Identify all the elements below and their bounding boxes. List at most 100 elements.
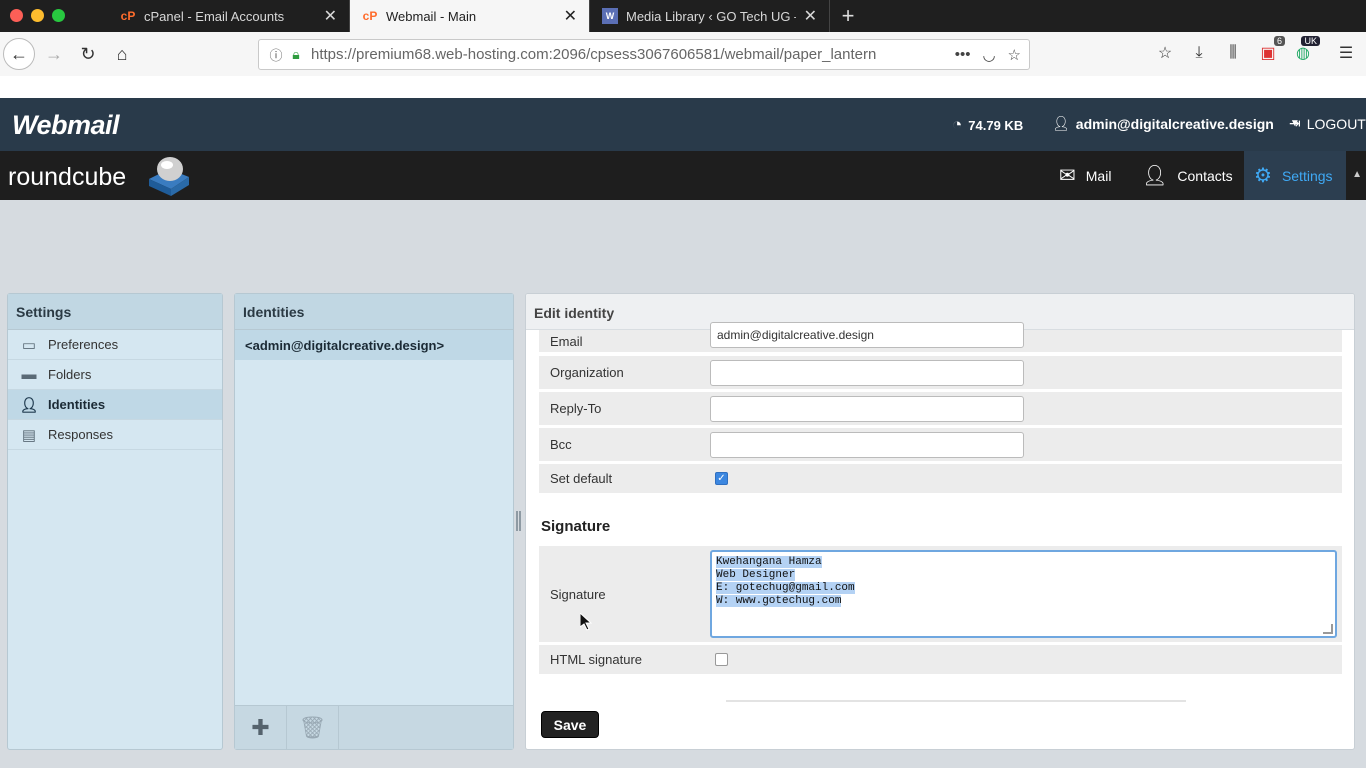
organization-field[interactable] xyxy=(710,360,1024,386)
gear-icon: ⚙ xyxy=(1254,165,1272,187)
signature-label: Signature xyxy=(550,586,606,602)
address-bar[interactable]: ⓘ 🔒︎ https://premium68.web-hosting.com:2… xyxy=(258,39,1030,70)
reload-button[interactable]: ↻ xyxy=(74,40,102,68)
signature-section-title: Signature xyxy=(541,518,611,535)
email-field[interactable] xyxy=(710,322,1024,348)
envelope-icon: ✉ xyxy=(1059,165,1076,187)
webmail-header: Webmail ◔ 74.79 KB 👤︎ admin@digitalcreat… xyxy=(0,98,1366,151)
settings-panel: Settings ▭ Preferences ▬ Folders 👤︎ Iden… xyxy=(7,293,223,750)
roundcube-logo[interactable]: roundcube xyxy=(8,163,126,192)
settings-item-label: Identities xyxy=(48,397,106,412)
delete-identity-button[interactable]: 🗑︎ xyxy=(287,706,339,749)
tab-webmail[interactable]: cP Webmail - Main ✕ xyxy=(350,0,590,32)
identities-title: Identities xyxy=(235,294,513,330)
settings-item-label: Folders xyxy=(48,367,92,382)
monitor-icon: ▭ xyxy=(21,336,37,354)
settings-item-preferences[interactable]: ▭ Preferences xyxy=(8,330,222,360)
extension-icon[interactable]: ◍ UK xyxy=(1292,36,1320,64)
download-icon[interactable]: ⤓ xyxy=(1188,42,1210,64)
url-text[interactable]: https://premium68.web-hosting.com:2096/c… xyxy=(311,46,955,63)
set-default-label: Set default xyxy=(550,471,613,486)
new-tab-button[interactable]: + xyxy=(836,0,860,32)
tab-media-library[interactable]: W Media Library ‹ GO Tech UG — ✕ xyxy=(590,0,830,32)
identities-footer: ✚ 🗑︎ xyxy=(235,705,513,749)
page-spacer xyxy=(0,76,1366,98)
pocket-icon[interactable]: ◡ xyxy=(982,46,995,64)
signature-line: W: www.gotechug.com xyxy=(716,595,1331,608)
html-signature-row: HTML signature xyxy=(539,645,1342,674)
cpanel-icon: cP xyxy=(120,9,136,23)
maximize-window-button[interactable] xyxy=(52,9,65,22)
set-default-checkbox[interactable]: ✓ xyxy=(715,472,728,485)
webmail-logo[interactable]: Webmail xyxy=(12,110,120,141)
bcc-field[interactable] xyxy=(710,432,1024,458)
home-button[interactable]: ⌂ xyxy=(108,40,136,68)
bcc-row: Bcc xyxy=(539,428,1342,461)
reading-list-icon[interactable]: ☆ xyxy=(1154,42,1176,64)
back-button[interactable]: ← xyxy=(3,38,35,70)
email-label: Email xyxy=(550,333,583,349)
settings-item-identities[interactable]: 👤︎ Identities xyxy=(8,390,222,420)
close-window-button[interactable] xyxy=(10,9,23,22)
save-button[interactable]: Save xyxy=(541,711,599,738)
extension-badge: UK xyxy=(1301,36,1320,46)
notification-badge: 6 xyxy=(1273,36,1285,46)
notifications-icon[interactable]: ▣ 6 xyxy=(1257,36,1285,64)
nav-mail[interactable]: ✉ Mail xyxy=(1049,151,1121,200)
pie-chart-icon: ◔ xyxy=(952,115,963,134)
signature-line-text: W: www.gotechug.com xyxy=(716,595,842,607)
settings-item-responses[interactable]: ▤ Responses xyxy=(8,420,222,450)
document-icon: ▤ xyxy=(21,426,37,444)
close-icon[interactable]: ✕ xyxy=(804,6,817,26)
bookmark-star-icon[interactable]: ☆ xyxy=(1008,46,1021,64)
edit-identity-panel: Edit identity Email Organization Reply-T… xyxy=(525,293,1355,750)
bcc-label: Bcc xyxy=(550,437,572,452)
collapse-icon[interactable]: ▲ xyxy=(1352,169,1362,180)
nav-settings[interactable]: ⚙ Settings xyxy=(1244,151,1346,200)
library-icon[interactable]: ⫼ xyxy=(1222,42,1244,64)
minimize-window-button[interactable] xyxy=(31,9,44,22)
tab-title: cPanel - Email Accounts xyxy=(144,8,285,24)
email-row: Email xyxy=(539,322,1342,352)
nav-contacts-label: Contacts xyxy=(1177,167,1233,184)
settings-item-label: Preferences xyxy=(48,337,119,352)
settings-title: Settings xyxy=(8,294,222,330)
browser-toolbar: ← → ↻ ⌂ ⓘ 🔒︎ https://premium68.web-hosti… xyxy=(0,32,1366,76)
reply-to-field[interactable] xyxy=(710,396,1024,422)
forward-button[interactable]: → xyxy=(40,40,68,68)
settings-item-folders[interactable]: ▬ Folders xyxy=(8,360,222,390)
html-signature-checkbox[interactable] xyxy=(715,653,728,666)
signature-line: E: gotechug@gmail.com xyxy=(716,582,1331,595)
info-icon[interactable]: ⓘ xyxy=(265,45,287,64)
menu-icon[interactable]: ☰ xyxy=(1335,42,1357,64)
html-signature-label: HTML signature xyxy=(550,652,642,667)
reply-to-label: Reply-To xyxy=(550,401,602,416)
divider xyxy=(726,700,1186,702)
signature-line-text: Web Designer xyxy=(716,569,796,581)
wordpress-icon: W xyxy=(602,8,618,24)
tab-title: Webmail - Main xyxy=(386,8,477,24)
panel-splitter[interactable] xyxy=(516,511,521,531)
roundcube-cube-icon xyxy=(149,157,189,196)
nav-settings-label: Settings xyxy=(1281,167,1333,184)
add-identity-button[interactable]: ✚ xyxy=(235,706,287,749)
close-icon[interactable]: ✕ xyxy=(324,6,337,26)
user-icon: 👤︎ xyxy=(1052,115,1070,131)
signature-line: Kwehangana Hamza xyxy=(716,556,1331,569)
tab-cpanel[interactable]: cP cPanel - Email Accounts ✕ xyxy=(108,0,350,32)
signature-textarea[interactable]: Kwehangana Hamza Web Designer E: gotechu… xyxy=(710,550,1337,638)
lock-icon: 🔒︎ xyxy=(292,46,300,62)
set-default-row: Set default ✓ xyxy=(539,464,1342,493)
user-icon: 👤︎ xyxy=(19,396,39,414)
identity-item[interactable]: <admin@digitalcreative.design> xyxy=(235,330,513,360)
logout-button[interactable]: ⇥ LOGOUT xyxy=(1289,115,1366,132)
resize-grip-icon[interactable] xyxy=(1323,624,1333,634)
identities-panel: Identities <admin@digitalcreative.design… xyxy=(234,293,514,750)
more-icon[interactable]: ••• xyxy=(955,46,971,64)
user-email[interactable]: admin@digitalcreative.design xyxy=(1076,116,1274,132)
user-menu[interactable]: 👤︎ admin@digitalcreative.design ▼ xyxy=(1052,115,1300,132)
mouse-cursor-icon xyxy=(580,613,592,631)
nav-contacts[interactable]: 👤︎ Contacts xyxy=(1132,151,1243,200)
cpanel-icon: cP xyxy=(362,9,378,23)
close-icon[interactable]: ✕ xyxy=(564,6,577,26)
